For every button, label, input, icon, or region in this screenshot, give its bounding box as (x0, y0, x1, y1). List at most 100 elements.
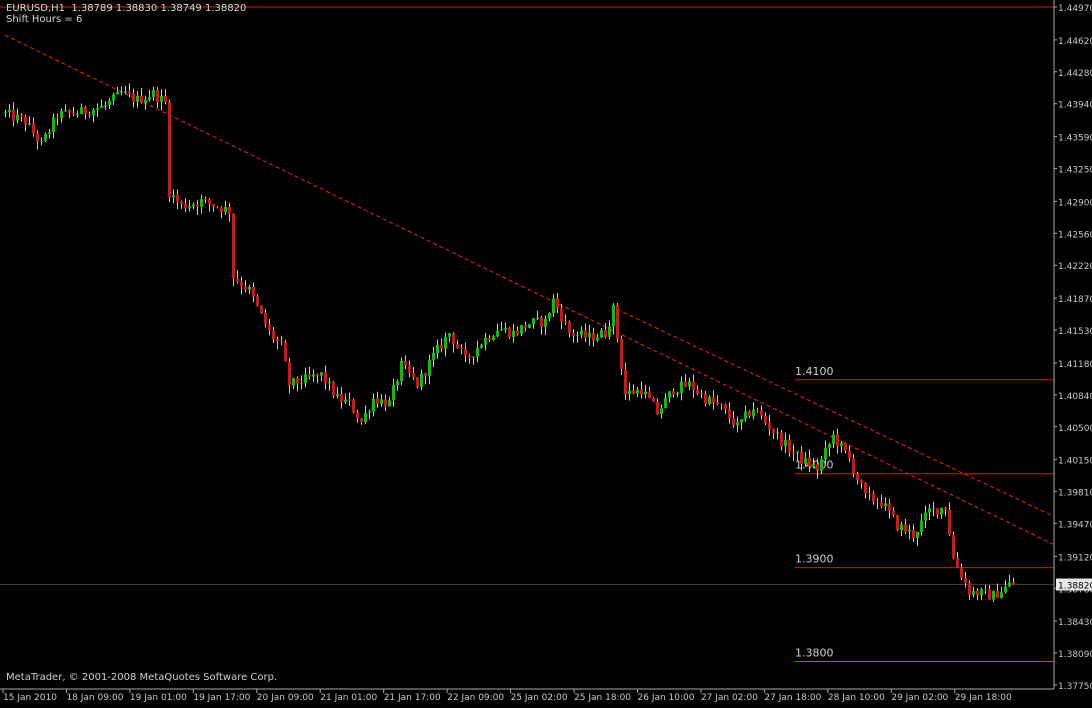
x-tick-label: 25 Jan 18:00 (574, 693, 631, 703)
candle-bear (632, 390, 635, 394)
candle-bull (28, 123, 31, 125)
candle-bear (340, 393, 343, 403)
candle-bull (744, 411, 747, 420)
candle-bull (304, 374, 307, 384)
candle-bull (444, 336, 447, 349)
candle-bull (544, 318, 547, 327)
x-tick-label: 22 Jan 09:00 (447, 693, 504, 703)
y-tick-label: 1.39120 (1058, 553, 1092, 563)
candle-bear (456, 344, 459, 349)
candle-bear (244, 286, 247, 290)
candle-bull (320, 372, 323, 376)
candle-bear (84, 107, 87, 114)
candle-bull (752, 409, 755, 417)
level-label: 1.4100 (795, 365, 834, 378)
candle-bear (356, 412, 359, 419)
candle-bull (64, 110, 67, 112)
candle-bear (1012, 582, 1015, 585)
candle-bear (204, 199, 207, 201)
candle-bear (348, 399, 351, 401)
candle-bear (976, 590, 979, 596)
y-tick-label: 1.37750 (1058, 682, 1092, 692)
x-tick-label: 26 Jan 10:00 (638, 693, 695, 703)
candle-bear (848, 450, 851, 459)
candle-bear (996, 591, 999, 598)
y-tick-label: 1.38430 (1058, 618, 1092, 628)
candle-bear (128, 91, 131, 94)
candle-bull (820, 459, 823, 471)
candle-bear (168, 101, 171, 198)
candle-bear (196, 204, 199, 207)
candle-bull (480, 344, 483, 348)
candle-bear (240, 281, 243, 287)
candle-bear (232, 213, 235, 279)
candle-bear (620, 338, 623, 370)
candle-bear (288, 361, 291, 386)
candle-bear (516, 330, 519, 334)
candle-bear (424, 373, 427, 377)
candle-bull (420, 373, 423, 388)
candle-bear (284, 342, 287, 362)
x-tick-label: 25 Jan 02:00 (511, 693, 568, 703)
candle-bear (876, 501, 879, 503)
candle-bull (148, 97, 151, 100)
x-tick-label: 19 Jan 01:00 (130, 693, 187, 703)
candle-bull (552, 298, 555, 314)
candle-bull (588, 332, 591, 338)
candle-bear (768, 422, 771, 430)
x-tick-label: 15 Jan 2010 (3, 693, 57, 703)
candle-bull (428, 359, 431, 377)
candle-bull (1008, 582, 1011, 587)
candle-bull (972, 590, 975, 595)
y-tick-label: 1.42900 (1058, 198, 1092, 208)
candle-bear (732, 418, 735, 426)
candle-bear (672, 391, 675, 395)
candle-bear (984, 589, 987, 591)
candle-bear (236, 278, 239, 282)
candle-bear (20, 114, 23, 117)
candle-bull (520, 325, 523, 334)
candle-bear (624, 369, 627, 395)
candle-bear (524, 325, 527, 328)
candle-bear (256, 296, 259, 306)
candle-bear (864, 483, 867, 494)
y-tick-label: 1.43590 (1058, 134, 1092, 144)
candle-bear (556, 298, 559, 309)
candle-bull (532, 318, 535, 325)
candle-bear (296, 377, 299, 384)
candle-bull (328, 381, 331, 384)
candle-bear (780, 432, 783, 447)
candle-bull (924, 512, 927, 521)
candle-bear (308, 374, 311, 377)
y-tick-label: 1.38090 (1058, 650, 1092, 660)
candle-bear (68, 110, 71, 113)
y-tick-label: 1.44620 (1058, 37, 1092, 47)
y-tick-label: 1.40500 (1058, 424, 1092, 434)
candle-bull (448, 333, 451, 337)
candle-bear (156, 89, 159, 103)
candle-bull (124, 91, 127, 93)
candle-bear (132, 93, 135, 102)
candle-bear (140, 95, 143, 103)
candle-bear (568, 321, 571, 334)
candle-bear (816, 464, 819, 471)
candle-bull (1004, 586, 1007, 593)
candle-bear (836, 434, 839, 447)
candle-bull (688, 381, 691, 387)
candle-bear (888, 503, 891, 511)
candle-bull (784, 440, 787, 447)
candle-bear (952, 534, 955, 558)
candle-bull (700, 393, 703, 395)
candle-bull (796, 451, 799, 453)
candle-bull (840, 443, 843, 447)
candle-bull (48, 132, 51, 134)
candle-bear (180, 201, 183, 205)
candle-bear (184, 204, 187, 209)
y-tick-label: 1.44970 (1058, 4, 1092, 14)
candle-bear (792, 452, 795, 454)
shift-hours-label: Shift Hours = 6 (6, 14, 83, 25)
candle-bear (648, 391, 651, 399)
candle-bear (584, 330, 587, 338)
candle-bull (40, 140, 43, 142)
candle-bear (212, 203, 215, 207)
